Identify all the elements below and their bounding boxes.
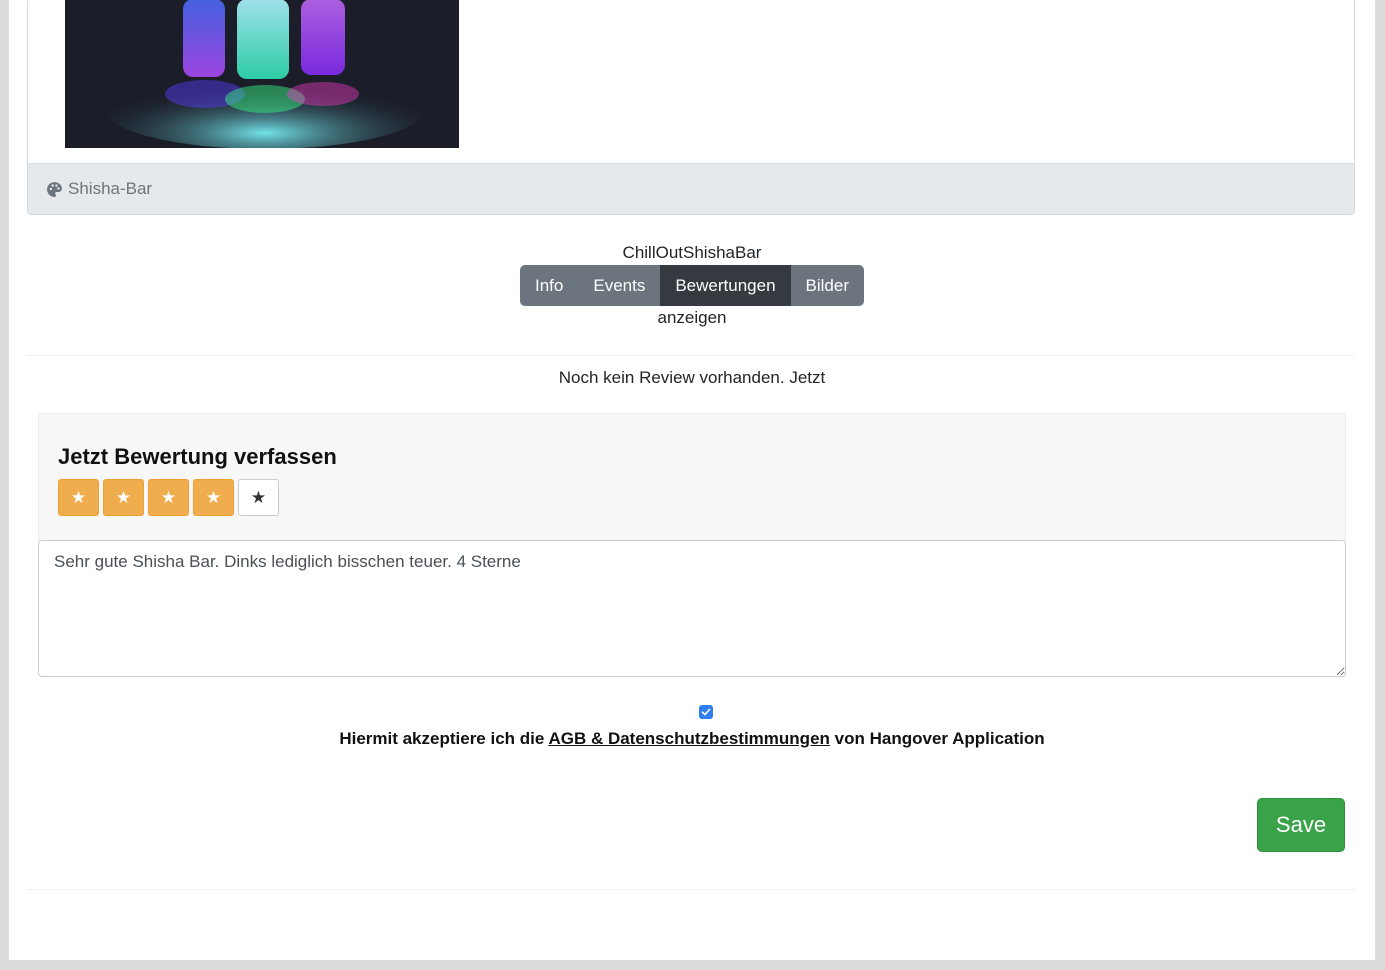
review-form-header: Jetzt Bewertung verfassen ★ ★ ★ ★ ★ (38, 413, 1346, 541)
tab-bilder[interactable]: Bilder (790, 265, 864, 306)
terms-link[interactable]: AGB & Datenschutzbestimmungen (548, 729, 829, 748)
review-form-title: Jetzt Bewertung verfassen (58, 444, 337, 469)
tab-events[interactable]: Events (578, 265, 661, 306)
terms-checkbox[interactable] (699, 705, 713, 719)
divider (27, 355, 1355, 356)
review-text-input[interactable]: Sehr gute Shisha Bar. Dinks lediglich bi… (38, 540, 1346, 677)
check-icon (701, 708, 711, 716)
star-5-button[interactable]: ★ (238, 479, 279, 516)
page: Shisha-Bar ChillOutShishaBar Info Events… (9, 0, 1375, 960)
divider-bottom (27, 889, 1355, 890)
star-4-button[interactable]: ★ (193, 479, 234, 516)
category-label: Shisha-Bar (68, 179, 153, 198)
save-button[interactable]: Save (1257, 798, 1345, 852)
category-link[interactable]: Shisha-Bar (46, 179, 152, 199)
venue-name: ChillOutShishaBar (622, 243, 762, 262)
terms-prefix: Hiermit akzeptiere ich die (339, 729, 545, 748)
star-2-button[interactable]: ★ (103, 479, 144, 516)
star-3-button[interactable]: ★ (148, 479, 189, 516)
terms-suffix: von Hangover Application (834, 729, 1045, 748)
venue-card: Shisha-Bar (27, 0, 1355, 215)
tab-info[interactable]: Info (520, 265, 579, 306)
star-rating: ★ ★ ★ ★ ★ (58, 479, 279, 516)
no-reviews-message: Noch kein Review vorhanden. Jetzt (558, 368, 826, 387)
tab-bewertungen[interactable]: Bewertungen (660, 265, 791, 306)
venue-image (65, 0, 459, 148)
palette-icon (47, 181, 62, 197)
card-footer: Shisha-Bar (28, 163, 1354, 214)
terms-text: Hiermit akzeptiere ich die AGB & Datensc… (9, 729, 1375, 749)
tabs-caption: anzeigen (657, 308, 727, 327)
tab-bar: Info Events Bewertungen Bilder (520, 265, 864, 306)
shisha-glow-image (65, 0, 459, 148)
star-1-button[interactable]: ★ (58, 479, 99, 516)
